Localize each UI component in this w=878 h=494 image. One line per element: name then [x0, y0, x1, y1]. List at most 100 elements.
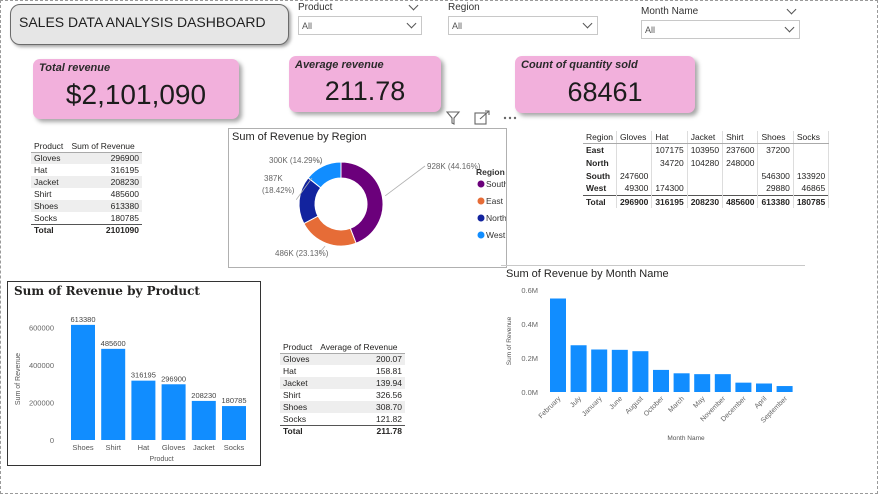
legend-marker: [477, 197, 485, 205]
chevron-down-icon[interactable]: [786, 4, 797, 15]
table-row[interactable]: Gloves 296900: [31, 152, 142, 164]
table-row[interactable]: Shirt 485600: [31, 188, 142, 200]
bar-january[interactable]: [591, 349, 608, 393]
slicer-month-dropdown[interactable]: All: [641, 20, 800, 39]
bar-july[interactable]: [570, 345, 587, 392]
bar-february[interactable]: [550, 298, 566, 393]
matrix-row[interactable]: West 49300 174300 29880 46865: [583, 182, 830, 195]
column-header[interactable]: Product: [31, 140, 69, 153]
column-header[interactable]: Shoes: [757, 131, 794, 144]
cell-value: 613380: [68, 200, 142, 212]
x-tick-label: January: [581, 395, 604, 418]
cell-value: [793, 143, 830, 156]
row-label: Gloves: [280, 353, 318, 365]
cell-value: 296900: [616, 194, 653, 208]
bar-june[interactable]: [611, 349, 628, 392]
filter-icon[interactable]: [445, 111, 461, 125]
bar-jacket[interactable]: [191, 400, 216, 440]
product-revenue-table[interactable]: Product Sum of Revenue Gloves 296900 Hat 31…: [31, 140, 142, 236]
row-label: Shoes: [31, 200, 69, 212]
table-row[interactable]: Socks 180785: [31, 212, 142, 224]
x-tick-label: March: [667, 395, 686, 414]
kpi-count-quantity-sold[interactable]: Count of quantity sold 68461: [515, 56, 695, 113]
table-row[interactable]: Shirt 326.56: [280, 389, 405, 401]
cell-value: 46865: [793, 182, 830, 195]
total-row: Total 2101090: [31, 223, 142, 236]
table-row[interactable]: Hat 316195: [31, 164, 142, 176]
table-row[interactable]: Gloves 200.07: [280, 353, 405, 365]
legend-item[interactable]: South: [486, 179, 506, 189]
bar-shoes[interactable]: [71, 324, 95, 440]
slicer-region-dropdown[interactable]: All: [448, 16, 598, 35]
table-row[interactable]: Hat 158.81: [280, 365, 405, 377]
table-row[interactable]: Shoes 613380: [31, 200, 142, 212]
table-row[interactable]: Shoes 308.70: [280, 401, 405, 413]
bar-gloves[interactable]: [161, 384, 186, 440]
bar-april[interactable]: [756, 383, 772, 393]
column-header[interactable]: Jacket: [687, 131, 724, 144]
legend-item[interactable]: East: [486, 196, 504, 206]
region-product-matrix[interactable]: Region Gloves Hat Jacket Shirt Shoes Socks Eas…: [583, 131, 855, 221]
column-header[interactable]: Region: [583, 131, 617, 144]
total-row: Total 211.78: [280, 424, 405, 437]
table-row[interactable]: Jacket 208230: [31, 176, 142, 188]
matrix-row[interactable]: East 107175 103950 237600 37200: [583, 143, 830, 156]
kpi-average-revenue[interactable]: Average revenue 211.78: [289, 56, 441, 112]
product-average-table-grid: Product Average of Revenue Gloves 200.07 H…: [280, 341, 405, 437]
legend-item[interactable]: North: [486, 213, 506, 223]
kpi-label: Average revenue: [295, 59, 384, 71]
product-average-table[interactable]: Product Average of Revenue Gloves 200.07 H…: [280, 341, 405, 437]
slicer-region[interactable]: Region All: [448, 2, 598, 35]
cell-value: 326.56: [376, 390, 402, 400]
slicer-month-name[interactable]: Month Name All: [641, 4, 800, 39]
more-options-icon[interactable]: [503, 116, 517, 120]
column-header[interactable]: Product: [280, 341, 318, 354]
x-tick-label: June: [609, 395, 625, 411]
month-bar-chart[interactable]: Sum of Revenue by Month Name 0.0M 0.2M 0.4…: [501, 265, 805, 445]
product-bar-chart[interactable]: Sum of Revenue by Product 0 200000 400000 6…: [7, 281, 261, 466]
chevron-down-icon: [784, 22, 795, 33]
data-label: 928K (44.16%): [427, 162, 481, 171]
region-matrix-grid: Region Gloves Hat Jacket Shirt Shoes Socks Eas…: [583, 131, 830, 208]
column-header[interactable]: Average of Revenue: [317, 341, 405, 354]
donut-slice-east[interactable]: [303, 215, 357, 247]
slicer-product-dropdown[interactable]: All: [298, 16, 422, 35]
row-label: Jacket: [280, 377, 318, 389]
row-label: Socks: [34, 212, 58, 223]
matrix-row[interactable]: South 247600 546300 133920: [583, 169, 830, 182]
bar-hat[interactable]: [131, 380, 156, 440]
column-header[interactable]: Shirt: [722, 131, 759, 144]
column-header[interactable]: Hat: [651, 131, 688, 144]
x-tick-label: April: [754, 395, 769, 410]
chevron-down-icon: [406, 18, 417, 29]
bar-december[interactable]: [735, 382, 752, 392]
bar-november[interactable]: [714, 374, 731, 392]
donut-chart-svg: 928K (44.16%) 486K (23.13%) 387K (18.42%) 30…: [262, 156, 506, 258]
table-row[interactable]: Jacket 139.94: [280, 377, 405, 389]
table-row[interactable]: Socks 121.82: [280, 413, 405, 425]
bar-socks[interactable]: [222, 406, 246, 440]
row-label: East: [583, 143, 617, 156]
column-header[interactable]: Sum of Revenue: [68, 140, 142, 153]
chevron-down-icon[interactable]: [408, 0, 419, 11]
data-label: 387K: [264, 174, 283, 183]
total-row: Total 296900 316195 208230 485600 613380 18078…: [583, 194, 830, 208]
legend-item[interactable]: West: [486, 230, 506, 240]
bar-march[interactable]: [673, 373, 690, 392]
focus-mode-icon[interactable]: [474, 110, 490, 125]
column-header[interactable]: Gloves: [616, 131, 653, 144]
bar-shirt[interactable]: [101, 348, 126, 440]
matrix-row[interactable]: North 34720 104280 248000: [583, 156, 830, 169]
bar-october[interactable]: [653, 369, 669, 392]
bar-september[interactable]: [776, 386, 793, 392]
slicer-month-value: All: [645, 24, 656, 35]
bar-august[interactable]: [632, 351, 649, 392]
data-label: 208230: [191, 391, 216, 400]
cell-value: 316195: [651, 194, 688, 208]
region-donut-chart[interactable]: Sum of Revenue by Region 928K (44.16%) 48…: [228, 128, 507, 268]
slicer-product[interactable]: Product All: [298, 0, 422, 35]
slicer-product-label: Product: [298, 2, 333, 13]
column-header[interactable]: Socks: [793, 131, 830, 144]
kpi-total-revenue[interactable]: Total revenue $2,101,090: [33, 59, 239, 119]
bar-may[interactable]: [694, 374, 711, 392]
